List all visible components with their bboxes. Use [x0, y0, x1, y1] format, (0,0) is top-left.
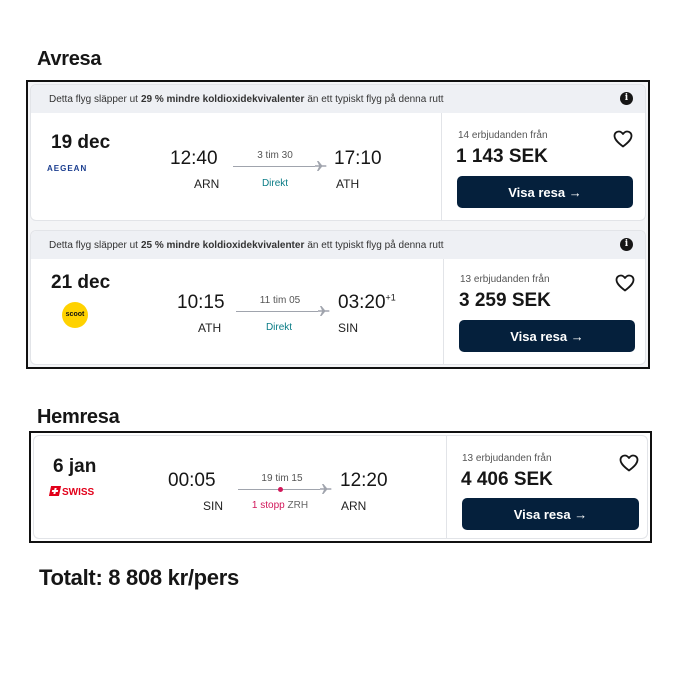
route-line: [236, 311, 318, 312]
flight-duration: 19 tim 15: [261, 473, 303, 484]
stops-label: Direkt: [265, 322, 293, 333]
departure-airport: ATH: [198, 321, 222, 335]
plane-icon: [315, 161, 327, 171]
card-divider: [441, 113, 442, 220]
departure-time: 00:05: [168, 470, 216, 491]
airline-logo-aegean: AEGEAN: [47, 164, 88, 173]
arrival-airport: ARN: [341, 499, 367, 513]
outbound-heading: Avresa: [37, 48, 102, 70]
view-trip-button[interactable]: Visa resa →: [459, 320, 635, 352]
card-divider: [446, 436, 447, 538]
deals-count: 14 erbjudanden från: [458, 130, 548, 141]
arrival-time: 03:20+1: [338, 292, 396, 313]
flight-date: 21 dec: [51, 272, 111, 293]
return-heading: Hemresa: [37, 406, 120, 428]
return-group: 6 jan SWISS 00:05 SIN 19 tim 15 1 stopp …: [29, 431, 652, 543]
arrival-airport: SIN: [338, 321, 359, 335]
airline-logo-swiss: SWISS: [48, 486, 94, 498]
departure-airport: SIN: [203, 499, 224, 513]
total-price: Totalt: 8 808 kr/pers: [39, 565, 239, 590]
flight-date: 6 jan: [53, 456, 97, 477]
stops-label: 1 stopp ZRH: [251, 500, 309, 511]
deals-count: 13 erbjudanden från: [462, 453, 552, 464]
heart-outline-icon[interactable]: [613, 130, 633, 148]
emissions-highlight: 29 % mindre koldioxidekvivalenter: [140, 93, 305, 105]
departure-time: 12:40: [170, 148, 218, 169]
airline-logo-scoot: scoot: [62, 302, 88, 328]
view-trip-button[interactable]: Visa resa →: [457, 176, 633, 208]
view-trip-button[interactable]: Visa resa →: [462, 498, 639, 530]
emissions-highlight: 25 % mindre koldioxidekvivalenter: [140, 239, 305, 251]
stops-label: Direkt: [261, 178, 289, 189]
arrival-airport: ATH: [336, 177, 360, 191]
heart-outline-icon[interactable]: [619, 454, 639, 472]
day-offset: +1: [385, 292, 396, 303]
price: 4 406 SEK: [461, 469, 553, 490]
flight-card-outbound-2: Detta flyg släpper ut 25 % mindre koldio…: [30, 230, 646, 365]
arrival-time: 12:20: [340, 470, 388, 491]
departure-time: 10:15: [177, 292, 225, 313]
emissions-banner: Detta flyg släpper ut 29 % mindre koldio…: [31, 85, 645, 113]
emissions-banner: Detta flyg släpper ut 25 % mindre koldio…: [31, 231, 645, 259]
flight-card-outbound-1: Detta flyg släpper ut 29 % mindre koldio…: [30, 84, 646, 221]
swiss-flag-icon: [48, 486, 62, 496]
flight-duration: 3 tim 30: [257, 150, 293, 161]
info-icon[interactable]: i: [620, 92, 633, 105]
departure-airport: ARN: [194, 177, 220, 191]
price: 1 143 SEK: [456, 146, 548, 167]
route-line: [233, 166, 315, 167]
plane-icon: [318, 306, 330, 316]
flight-card-return-1: 6 jan SWISS 00:05 SIN 19 tim 15 1 stopp …: [33, 435, 648, 539]
card-divider: [443, 259, 444, 364]
stop-airport: ZRH: [287, 500, 309, 511]
price: 3 259 SEK: [459, 290, 551, 311]
plane-icon: [320, 484, 332, 494]
stop-dot: [278, 487, 283, 492]
flight-duration: 11 tim 05: [259, 295, 301, 306]
arrival-time: 17:10: [334, 148, 382, 169]
flight-date: 19 dec: [51, 132, 111, 153]
heart-outline-icon[interactable]: [615, 274, 635, 292]
deals-count: 13 erbjudanden från: [460, 274, 550, 285]
info-icon[interactable]: i: [620, 238, 633, 251]
outbound-group: Detta flyg släpper ut 29 % mindre koldio…: [26, 80, 650, 369]
